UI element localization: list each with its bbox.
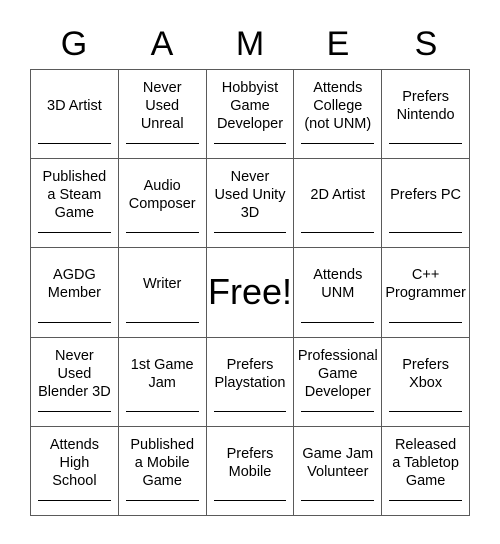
bingo-cell-label: Game Jam Volunteer [302, 445, 374, 480]
signature-line[interactable] [213, 499, 287, 501]
signature-line[interactable] [301, 232, 375, 234]
bingo-header-letter-a: A [150, 25, 174, 63]
bingo-cell-r1c1[interactable]: 3D Artist [31, 70, 119, 160]
bingo-cell-label: Prefers PC [390, 187, 462, 204]
bingo-cell-r2c2[interactable]: Audio Composer [118, 159, 207, 249]
signature-line[interactable] [389, 410, 462, 412]
bingo-cell-label: Attends College (not UNM) [304, 80, 372, 133]
bingo-cell-r5c5[interactable]: Released a Tabletop Game [382, 426, 470, 516]
bingo-cell-r5c4[interactable]: Game Jam Volunteer [294, 426, 383, 516]
bingo-cell-r1c3[interactable]: Hobbyist Game Developer [206, 70, 295, 160]
signature-line[interactable] [213, 410, 287, 412]
bingo-cell-label: Audio Composer [128, 178, 196, 213]
signature-line[interactable] [301, 499, 375, 501]
signature-line[interactable] [301, 321, 375, 323]
signature-line[interactable] [389, 232, 462, 234]
signature-line[interactable] [125, 410, 199, 412]
signature-line[interactable] [389, 143, 462, 145]
bingo-cell-r4c4[interactable]: Professional Game Developer [294, 337, 383, 427]
bingo-cell-label: Never Used Blender 3D [38, 347, 111, 400]
signature-line[interactable] [38, 321, 111, 323]
signature-line[interactable] [38, 232, 111, 234]
bingo-cell-r1c5[interactable]: Prefers Nintendo [382, 70, 470, 160]
signature-line[interactable] [38, 410, 111, 412]
bingo-cell-r3c4[interactable]: Attends UNM [294, 248, 383, 338]
bingo-grid: 3D Artist Never Used Unreal Hobbyist Gam… [30, 69, 470, 516]
bingo-cell-label: Attends High School [49, 436, 99, 489]
bingo-cell-label: Prefers Xbox [402, 356, 449, 391]
bingo-cell-free-space[interactable]: Free! [206, 248, 295, 338]
bingo-cell-r2c3[interactable]: Never Used Unity 3D [206, 159, 295, 249]
signature-line[interactable] [301, 410, 375, 412]
bingo-cell-label: 1st Game Jam [130, 356, 194, 391]
bingo-header-letter-m: M [235, 25, 265, 63]
signature-line[interactable] [38, 143, 111, 145]
bingo-cell-label: Professional Game Developer [297, 347, 378, 400]
bingo-cell-r2c4[interactable]: 2D Artist [294, 159, 383, 249]
bingo-cell-r5c3[interactable]: Prefers Mobile [206, 426, 295, 516]
bingo-header-letter-g: G [60, 25, 88, 63]
bingo-cell-label: C++ Programmer [385, 267, 466, 302]
bingo-cell-label: Prefers Mobile [226, 445, 274, 480]
bingo-cell-label: Released a Tabletop Game [392, 436, 459, 489]
bingo-cell-r4c5[interactable]: Prefers Xbox [382, 337, 470, 427]
bingo-card: G A M E S 3D Artist Never Used Unreal Ho… [0, 0, 500, 544]
bingo-cell-label: 3D Artist [47, 98, 102, 115]
bingo-cell-label: 2D Artist [310, 187, 366, 204]
bingo-cell-r1c2[interactable]: Never Used Unreal [118, 70, 207, 160]
signature-line[interactable] [125, 499, 199, 501]
bingo-header-letter-s: S [414, 25, 438, 63]
bingo-cell-r4c2[interactable]: 1st Game Jam [118, 337, 207, 427]
bingo-cell-label: Hobbyist Game Developer [216, 80, 284, 133]
signature-line[interactable] [125, 321, 199, 323]
bingo-cell-r4c1[interactable]: Never Used Blender 3D [31, 337, 119, 427]
signature-line[interactable] [213, 143, 287, 145]
bingo-cell-r2c5[interactable]: Prefers PC [382, 159, 470, 249]
signature-line[interactable] [389, 321, 462, 323]
signature-line[interactable] [125, 143, 199, 145]
bingo-cell-r2c1[interactable]: Published a Steam Game [31, 159, 119, 249]
bingo-cell-label: Never Used Unreal [140, 80, 184, 133]
signature-line[interactable] [213, 232, 287, 234]
bingo-cell-label: Published a Steam Game [42, 169, 107, 222]
signature-line[interactable] [389, 499, 462, 501]
bingo-cell-r5c2[interactable]: Published a Mobile Game [118, 426, 207, 516]
bingo-cell-label: Never Used Unity 3D [214, 169, 286, 222]
bingo-cell-label: Prefers Playstation [214, 356, 286, 391]
signature-line[interactable] [301, 143, 375, 145]
signature-line[interactable] [125, 232, 199, 234]
bingo-cell-r5c1[interactable]: Attends High School [31, 426, 119, 516]
bingo-cell-r3c2[interactable]: Writer [118, 248, 207, 338]
free-space-label: Free! [207, 271, 293, 313]
bingo-cell-r3c1[interactable]: AGDG Member [31, 248, 119, 338]
bingo-cell-label: Writer [142, 276, 182, 293]
bingo-cell-label: Published a Mobile Game [130, 436, 195, 489]
bingo-cell-r4c3[interactable]: Prefers Playstation [206, 337, 295, 427]
bingo-cell-r3c5[interactable]: C++ Programmer [382, 248, 470, 338]
bingo-header: G A M E S [30, 20, 470, 68]
bingo-cell-r1c4[interactable]: Attends College (not UNM) [294, 70, 383, 160]
bingo-cell-label: AGDG Member [47, 267, 101, 302]
signature-line[interactable] [38, 499, 111, 501]
bingo-cell-label: Prefers Nintendo [396, 89, 455, 124]
bingo-header-letter-e: E [326, 25, 350, 63]
bingo-cell-label: Attends UNM [313, 267, 363, 302]
